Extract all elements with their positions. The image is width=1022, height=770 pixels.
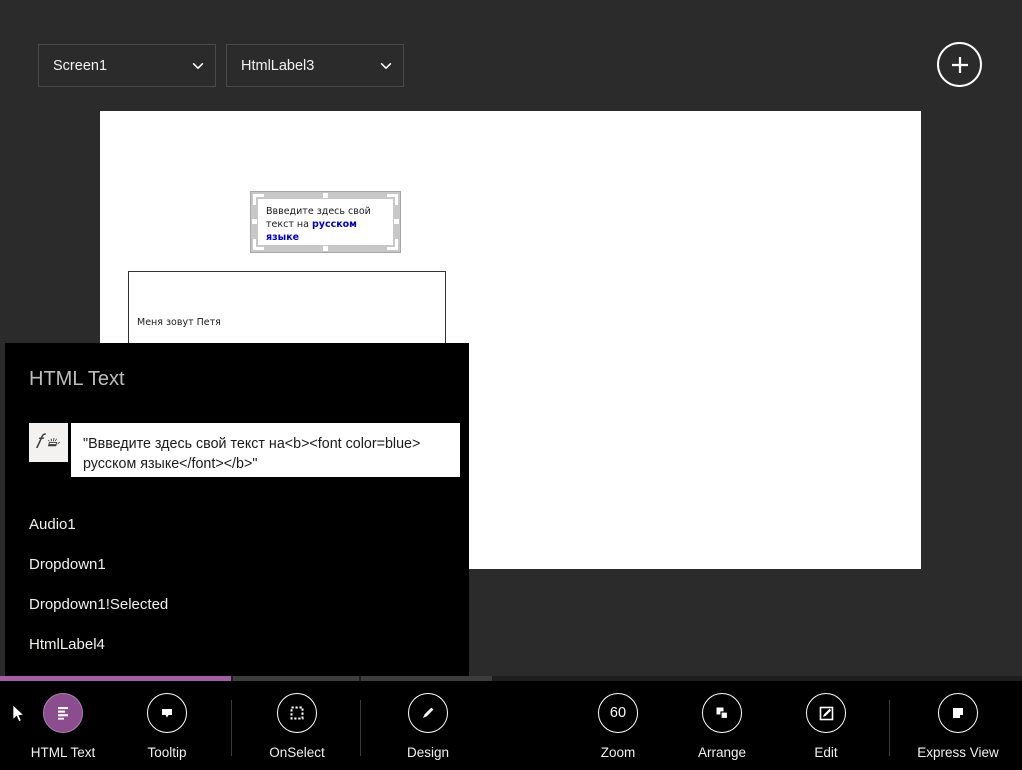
arrange-icon [702,693,742,733]
pencil-glyph [423,707,434,718]
screen-text-input-value: Меня зовут Петя [137,317,221,328]
zoom-level-value: 60 [609,705,627,721]
toolbar-label: Express View [917,745,999,760]
toolbar-label: Arrange [697,745,747,760]
suggestion-label: HtmlLabel4 [29,635,105,653]
onselect-icon [277,693,317,733]
bottom-toolbar: HTML Text Tooltip OnSelect Design 60 Zoo… [0,681,1022,770]
toolbar-item-design[interactable]: Design [380,693,476,760]
tooltip-icon [147,693,187,733]
toolbar-divider-3 [889,700,890,756]
control-selector-value: HtmlLabel3 [241,57,315,74]
chevron-down-icon [192,62,204,69]
toolbar-label: Zoom [600,745,636,760]
toolbar-label: HTML Text [30,745,96,760]
arrange-glyph [716,707,729,720]
selection-handle-middle-right[interactable] [394,219,399,224]
zoom-icon: 60 [598,693,638,733]
fx-icon[interactable]: 𝑓𝡍 [29,423,68,462]
toolbar-label: Tooltip [147,745,187,760]
screen-selector-value: Screen1 [53,57,108,74]
pencil-icon [408,693,448,733]
chevron-down-icon [380,62,392,69]
html-label-content: Ввведите здесь свой текст на русском язы… [258,199,393,245]
edit-glyph [819,706,833,720]
toolbar-divider-1 [231,700,232,756]
express-view-icon [938,693,978,733]
suggestion-item-htmllabel4[interactable]: HtmlLabel4 [5,624,469,664]
tooltip-glyph [162,709,172,718]
toolbar-item-html-text[interactable]: HTML Text [15,693,111,760]
toolbar-item-express-view[interactable]: Express View [910,693,1006,760]
toolbar-divider-2 [360,700,361,756]
suggestion-item-dropdown1[interactable]: Dropdown1 [5,544,469,584]
formula-bar: 𝑓𝡍 [29,423,460,477]
suggestion-label: Dropdown1 [29,555,106,573]
toolbar-item-edit[interactable]: Edit [778,693,874,760]
add-control-button[interactable] [937,42,982,87]
suggestion-item-dropdown1-selected[interactable]: Dropdown1!Selected [5,584,469,624]
toolbar-label: Edit [814,745,838,760]
toolbar-item-zoom[interactable]: 60 Zoom [570,693,666,760]
property-editor-panel: HTML Text 𝑓𝡍 Audio1 Dropdown1 Dropdown1!… [5,343,469,676]
app-root: Screen1 HtmlLabel3 Ввведите здесь свой т… [0,0,1022,770]
html-text-glyph [58,707,68,720]
toolbar-label: OnSelect [269,745,325,760]
onselect-glyph [290,706,304,720]
suggestion-label: Dropdown1!Selected [29,595,169,613]
suggestion-label: Audio1 [29,515,76,533]
plus-icon [951,56,968,73]
edit-icon [806,693,846,733]
selection-handle-top-center[interactable] [323,193,328,198]
toolbar-item-arrange[interactable]: Arrange [674,693,770,760]
toolbar-item-onselect[interactable]: OnSelect [249,693,345,760]
toolbar-item-tooltip[interactable]: Tooltip [119,693,215,760]
formula-input[interactable] [71,423,460,477]
control-selector-dropdown[interactable]: HtmlLabel3 [226,44,404,87]
toolbar-label: Design [406,745,450,760]
html-text-icon [43,693,83,733]
suggestion-item-audio1[interactable]: Audio1 [5,504,469,544]
selection-handle-middle-left[interactable] [252,219,257,224]
express-view-glyph [953,708,963,718]
screen-selector-dropdown[interactable]: Screen1 [38,44,216,87]
top-bar: Screen1 HtmlLabel3 [0,0,1022,111]
html-label-selection[interactable]: Ввведите здесь свой текст на русском язы… [250,191,401,253]
selection-handle-bottom-center[interactable] [323,246,328,251]
property-panel-title: HTML Text [29,368,125,390]
formula-suggestion-list: Audio1 Dropdown1 Dropdown1!Selected Html… [5,504,469,664]
mouse-cursor [12,704,25,723]
